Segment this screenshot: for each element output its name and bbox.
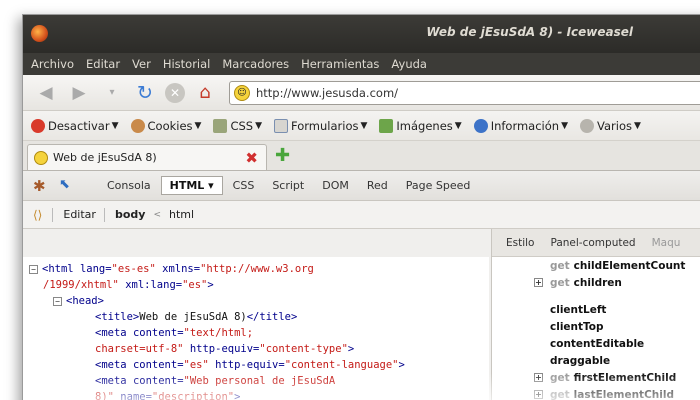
tab-html[interactable]: HTML ▾ bbox=[160, 176, 223, 195]
info-icon bbox=[473, 118, 488, 133]
close-tab-icon[interactable]: ✖ bbox=[245, 149, 258, 167]
cookies-menu[interactable]: Cookies ▼ bbox=[130, 118, 201, 133]
css-menu[interactable]: CSS ▼ bbox=[213, 118, 262, 133]
dom-side-panel: Estilo Panel-computed Maqu get childEleme… bbox=[491, 229, 700, 400]
tab-estilo[interactable]: Estilo bbox=[506, 237, 534, 249]
divider bbox=[52, 207, 54, 222]
collapse-toggle-icon[interactable]: − bbox=[53, 297, 62, 306]
tab-page-speed[interactable]: Page Speed bbox=[398, 177, 479, 194]
informacion-menu[interactable]: Información ▼ bbox=[473, 118, 568, 133]
dom-property-row[interactable]: + get lastElementChild bbox=[492, 386, 700, 400]
reload-icon[interactable]: ↻ bbox=[132, 80, 158, 106]
menu-ayuda[interactable]: Ayuda bbox=[391, 57, 427, 71]
code-line[interactable]: − <head> bbox=[23, 293, 489, 309]
expand-icon[interactable]: + bbox=[534, 390, 543, 399]
dom-property-row[interactable]: draggable bbox=[492, 352, 700, 369]
firebug-toolbar: ✱ ⬉ Consola HTML ▾ CSS Script DOM Red Pa… bbox=[23, 171, 700, 201]
tab-css[interactable]: CSS bbox=[225, 177, 263, 194]
edit-html-icon[interactable]: ⟨⟩ bbox=[33, 208, 42, 222]
stop-icon[interactable]: ✕ bbox=[165, 82, 185, 103]
tab-bar: Web de jEsuSdA 8) ✖ ✚ bbox=[23, 141, 700, 171]
side-panel-tabs: Estilo Panel-computed Maqu bbox=[492, 229, 700, 257]
firebug-bug-icon[interactable]: ✱ bbox=[33, 177, 51, 195]
dom-property-row[interactable]: get childElementCount bbox=[492, 257, 700, 274]
site-favicon-icon: ☺ bbox=[234, 84, 250, 101]
tab-favicon-icon bbox=[34, 150, 48, 165]
menu-archivo[interactable]: Archivo bbox=[31, 57, 74, 71]
dom-property-row[interactable]: + get children bbox=[492, 274, 700, 291]
tab-consola[interactable]: Consola bbox=[99, 177, 159, 194]
crumb-html[interactable]: html bbox=[169, 208, 194, 221]
tab-panel-computed[interactable]: Panel-computed bbox=[550, 237, 635, 249]
code-line[interactable]: 8)" name="description"> bbox=[23, 389, 489, 400]
expand-icon[interactable]: + bbox=[534, 373, 543, 382]
url-text[interactable]: http://www.jesusda.com/ bbox=[256, 86, 398, 100]
form-icon bbox=[274, 118, 289, 133]
title-bar: Web de jEsuSdA 8) - Iceweasel bbox=[23, 15, 700, 53]
code-line[interactable]: <title>Web de jEsuSdA 8)</title> bbox=[23, 309, 489, 325]
tab-red[interactable]: Red bbox=[359, 177, 396, 194]
navigation-toolbar: ◀ ▶ ▾ ↻ ✕ ⌂ ☺ http://www.jesusda.com/ bbox=[23, 75, 700, 111]
code-line[interactable]: <meta content="Web personal de jEsuSdA bbox=[23, 373, 489, 389]
css-icon bbox=[213, 118, 228, 133]
expand-icon[interactable]: + bbox=[534, 278, 543, 287]
dom-property-row[interactable]: contentEditable bbox=[492, 335, 700, 352]
inspect-icon[interactable]: ⬉ bbox=[59, 177, 77, 195]
misc-icon bbox=[580, 118, 594, 133]
web-developer-toolbar: Desactivar ▼ Cookies ▼ CSS ▼ Formularios ▼ I… bbox=[23, 111, 700, 141]
edit-button[interactable]: Editar bbox=[63, 208, 96, 221]
browser-tab[interactable]: Web de jEsuSdA 8) ✖ bbox=[27, 144, 267, 170]
code-line[interactable]: <meta content="es" http-equiv="content-l… bbox=[23, 357, 489, 373]
menu-ver[interactable]: Ver bbox=[132, 57, 151, 71]
collapse-toggle-icon[interactable]: − bbox=[29, 265, 38, 274]
formularios-menu[interactable]: Formularios ▼ bbox=[274, 118, 367, 133]
crumb-arrow: < bbox=[153, 209, 161, 220]
iceweasel-logo-icon bbox=[31, 25, 48, 42]
code-line[interactable]: − <html lang="es-es" xmlns="http://www.w3… bbox=[23, 261, 489, 277]
firebug-breadcrumb: ⟨⟩ Editar body < html bbox=[23, 201, 700, 229]
menu-herramientas[interactable]: Herramientas bbox=[301, 57, 379, 71]
cookie-icon bbox=[130, 118, 145, 133]
disable-icon bbox=[31, 118, 45, 133]
code-line[interactable]: /1999/xhtml" xml:lang="es"> bbox=[23, 277, 489, 293]
dom-property-row[interactable]: clientLeft bbox=[492, 301, 700, 318]
browser-window: Web de jEsuSdA 8) - Iceweasel Archivo Ed… bbox=[22, 14, 700, 400]
menu-historial[interactable]: Historial bbox=[163, 57, 211, 71]
tab-maquetacion[interactable]: Maqu bbox=[652, 237, 681, 249]
menu-marcadores[interactable]: Marcadores bbox=[222, 57, 289, 71]
tab-script[interactable]: Script bbox=[264, 177, 312, 194]
tab-title: Web de jEsuSdA 8) bbox=[53, 151, 157, 164]
desactivar-menu[interactable]: Desactivar ▼ bbox=[31, 118, 119, 133]
dom-property-row[interactable]: clientTop bbox=[492, 318, 700, 335]
code-line[interactable]: charset=utf-8" http-equiv="content-type"… bbox=[23, 341, 489, 357]
code-line[interactable]: <meta content="text/html; bbox=[23, 325, 489, 341]
menu-bar: Archivo Editar Ver Historial Marcadores … bbox=[23, 53, 700, 75]
imagenes-menu[interactable]: Imágenes ▼ bbox=[379, 118, 462, 133]
varios-menu[interactable]: Varios ▼ bbox=[580, 118, 641, 133]
tab-dom[interactable]: DOM bbox=[314, 177, 357, 194]
menu-editar[interactable]: Editar bbox=[86, 57, 120, 71]
html-source-panel: − <html lang="es-es" xmlns="http://www.w3… bbox=[23, 257, 489, 400]
image-icon bbox=[379, 118, 394, 133]
window-title: Web de jEsuSdA 8) - Iceweasel bbox=[426, 25, 633, 39]
divider bbox=[103, 207, 105, 222]
dom-property-row[interactable]: + get firstElementChild bbox=[492, 369, 700, 386]
new-tab-icon[interactable]: ✚ bbox=[275, 145, 290, 166]
crumb-body[interactable]: body bbox=[115, 208, 145, 221]
url-bar[interactable]: ☺ http://www.jesusda.com/ bbox=[229, 80, 700, 105]
back-icon[interactable]: ◀ bbox=[33, 80, 59, 106]
history-dropdown-icon[interactable]: ▾ bbox=[99, 80, 125, 106]
forward-icon[interactable]: ▶ bbox=[66, 80, 92, 106]
home-icon[interactable]: ⌂ bbox=[192, 80, 218, 106]
